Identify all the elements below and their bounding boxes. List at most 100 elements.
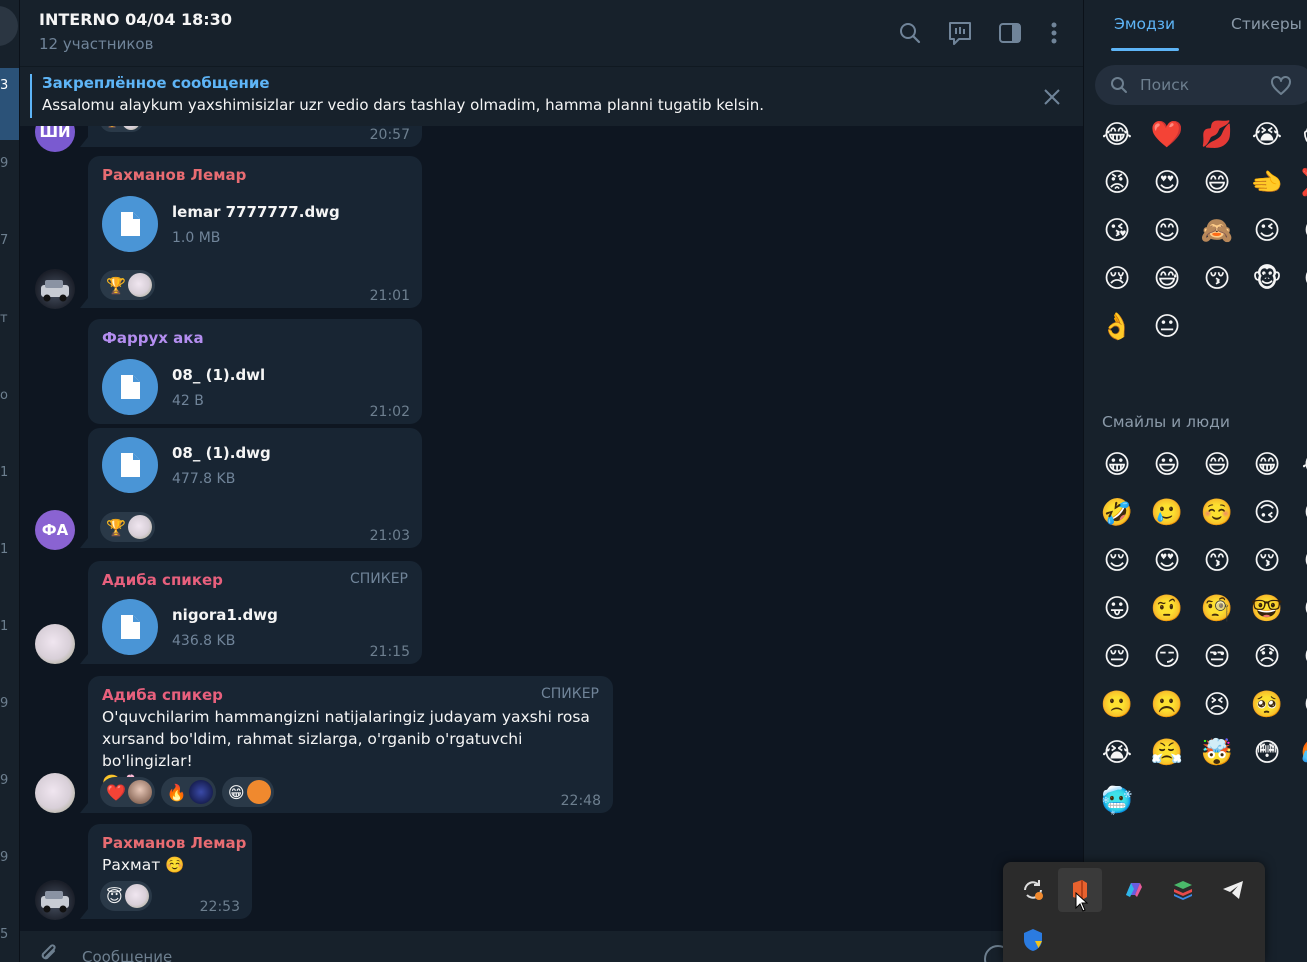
emoji-item[interactable]: 😄 [1192, 441, 1242, 489]
emoji-item[interactable]: 🤨 [1142, 585, 1192, 633]
emoji-item[interactable]: 😡 [1092, 159, 1142, 207]
sender-name[interactable]: Рахманов Лемар [102, 166, 246, 184]
emoji-item[interactable]: 😣 [1192, 681, 1242, 729]
message-input[interactable]: Сообщение [82, 948, 172, 962]
emoji-item[interactable]: 😕 [1292, 633, 1307, 681]
text-message[interactable]: Рахманов Лемар Рахмат ☺️ 😇 22:53 [80, 824, 252, 919]
sync-icon[interactable] [1011, 868, 1055, 912]
emoji-item[interactable]: 😍 [1142, 159, 1192, 207]
emoji-item[interactable]: 😎 [1292, 585, 1307, 633]
emoji-item[interactable]: 😞 [1242, 633, 1292, 681]
pinned-message-bar[interactable]: Закреплённое сообщение Assalomu alaykum … [20, 66, 1084, 126]
telegram-icon[interactable] [1211, 868, 1255, 912]
emoji-item[interactable]: ☹️ [1142, 681, 1192, 729]
file-message[interactable]: Адиба спикер СПИКЕР nigora1.dwg 436.8 KB… [80, 561, 422, 664]
emoji-item[interactable]: 🤓 [1242, 585, 1292, 633]
emoji-item[interactable]: 🤯 [1192, 729, 1242, 777]
emoji-item[interactable]: 😢 [1092, 255, 1142, 303]
emoji-item[interactable]: 🤣 [1092, 489, 1142, 537]
emoji-item[interactable]: ☺️ [1192, 489, 1242, 537]
emoji-item[interactable]: 🥲 [1142, 489, 1192, 537]
tab-stickers[interactable]: Стикеры [1231, 15, 1302, 33]
emoji-item[interactable]: 🥺 [1242, 681, 1292, 729]
emoji-item[interactable]: 💋 [1192, 111, 1242, 159]
sender-name[interactable]: Фаррух ака [102, 329, 204, 347]
paperclip-icon[interactable] [38, 943, 60, 962]
message-list[interactable]: ШИ 🏆 20:57 Рахманов Лемар lemar 7777777.… [20, 126, 1084, 930]
close-icon[interactable] [1040, 85, 1064, 109]
emoji-item[interactable]: 😉 [1242, 207, 1292, 255]
emoji-item[interactable]: 🙁 [1092, 681, 1142, 729]
sender-name[interactable]: Адиба спикер [102, 686, 223, 704]
emoji-item[interactable]: 😤 [1142, 729, 1192, 777]
file-icon[interactable] [102, 437, 158, 493]
file-name[interactable]: nigora1.dwg [172, 606, 278, 624]
message-bubble[interactable]: 🏆 20:57 [80, 126, 422, 147]
file-icon[interactable] [102, 359, 158, 415]
message-composer[interactable]: Сообщение [20, 931, 1084, 962]
emoji-item[interactable]: 😚 [1242, 537, 1292, 585]
emoji-search-input[interactable]: Поиск [1140, 76, 1189, 94]
emoji-item[interactable]: ❌ [1292, 159, 1307, 207]
text-message[interactable]: Адиба спикер СПИКЕР O'quvchilarim hamman… [80, 676, 613, 813]
emoji-item[interactable]: 😢 [1292, 681, 1307, 729]
emoji-item[interactable]: 😐 [1142, 303, 1192, 351]
emoji-item[interactable]: 😭 [1242, 111, 1292, 159]
emoji-item[interactable]: 😌 [1292, 255, 1307, 303]
microsoft365-icon[interactable] [1111, 868, 1155, 912]
reaction-chip[interactable]: 😇 [100, 881, 152, 911]
sender-name[interactable]: Рахманов Лемар [102, 834, 246, 852]
emoji-item[interactable]: 😁 [1242, 441, 1292, 489]
emoji-item[interactable]: 😃 [1142, 441, 1192, 489]
avatar[interactable] [35, 269, 75, 309]
emoji-item[interactable]: 🙃 [1242, 489, 1292, 537]
emoji-item[interactable]: 😌 [1092, 537, 1142, 585]
file-name[interactable]: 08_ (1).dwg [172, 444, 271, 462]
emoji-item[interactable]: 😍 [1142, 537, 1192, 585]
emoji-item[interactable]: 😏 [1142, 633, 1192, 681]
emoji-item[interactable]: 😭 [1092, 729, 1142, 777]
more-vertical-icon[interactable] [1040, 19, 1068, 47]
avatar[interactable] [35, 624, 75, 664]
sidebar-toggle-icon[interactable] [996, 19, 1024, 47]
emoji-item[interactable]: 😔 [1092, 633, 1142, 681]
emoji-item[interactable]: 🥶 [1092, 777, 1142, 825]
stack-app-icon[interactable] [1161, 868, 1205, 912]
emoji-item[interactable]: 😘 [1092, 207, 1142, 255]
emoji-item[interactable]: 🧐 [1192, 585, 1242, 633]
emoji-item[interactable]: 😊 [1142, 207, 1192, 255]
reaction-chip[interactable]: ❤️ [100, 777, 155, 807]
emoji-item[interactable]: 😒 [1192, 633, 1242, 681]
emoji-item[interactable]: 😃 [1292, 207, 1307, 255]
emoji-item[interactable]: 😙 [1192, 537, 1242, 585]
file-message[interactable]: Рахманов Лемар lemar 7777777.dwg 1.0 MB … [80, 156, 422, 308]
emoji-item[interactable]: 🥵 [1292, 729, 1307, 777]
avatar[interactable]: ШИ [35, 126, 75, 152]
emoji-item[interactable]: 😚 [1192, 255, 1242, 303]
emoji-item[interactable]: 😂 [1292, 441, 1307, 489]
emoji-item[interactable]: 😱 [1292, 111, 1307, 159]
emoji-item[interactable]: ❤️ [1142, 111, 1192, 159]
file-message[interactable]: Фаррух ака 08_ (1).dwl 42 B 21:02 [88, 319, 422, 424]
emoji-item[interactable]: 😋 [1292, 537, 1307, 585]
emoji-item[interactable]: 🙈 [1192, 207, 1242, 255]
emoji-item[interactable]: 🫲 [1242, 159, 1292, 207]
reaction-chip[interactable]: 😁 [221, 777, 274, 807]
avatar[interactable]: ФА [35, 510, 75, 550]
tab-emoji[interactable]: Эмодзи [1114, 15, 1175, 33]
emoji-item[interactable]: 😂 [1092, 111, 1142, 159]
reaction-chip[interactable]: 🏆 [100, 126, 144, 132]
file-name[interactable]: 08_ (1).dwl [172, 366, 265, 384]
emoji-item[interactable]: 😅 [1142, 255, 1192, 303]
reaction-chip[interactable]: 🔥 [160, 777, 216, 807]
file-message[interactable]: 08_ (1).dwg 477.8 KB 🏆 21:03 [80, 428, 422, 548]
emoji-item[interactable]: 😳 [1242, 729, 1292, 777]
sender-name[interactable]: Адиба спикер [102, 571, 223, 589]
search-icon[interactable] [896, 19, 924, 47]
emoji-item[interactable]: 😛 [1092, 585, 1142, 633]
chat-header[interactable]: INTERNO 04/04 18:30 12 участников [20, 0, 1084, 66]
file-icon[interactable] [102, 196, 158, 252]
reaction-chip[interactable]: 🏆 [100, 270, 155, 300]
emoji-search[interactable]: Поиск [1095, 65, 1307, 105]
emoji-item[interactable]: 😄 [1192, 159, 1242, 207]
